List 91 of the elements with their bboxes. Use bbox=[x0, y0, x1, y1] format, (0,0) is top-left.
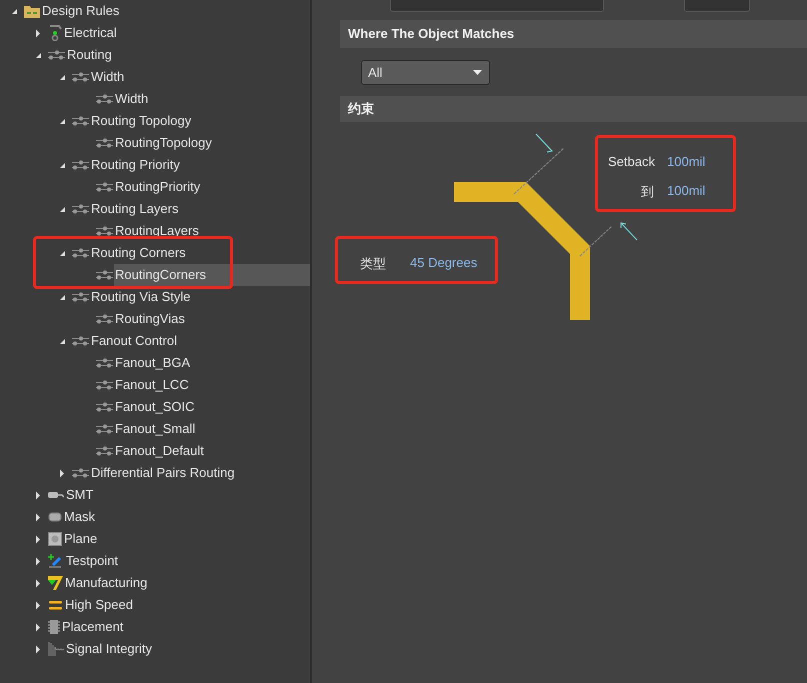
rule-icon bbox=[96, 226, 113, 236]
expand-icon[interactable] bbox=[35, 28, 41, 38]
to-value[interactable]: 100mil bbox=[667, 183, 706, 198]
rule-icon bbox=[72, 336, 89, 346]
rule-icon bbox=[96, 380, 113, 390]
section-header: 约束 bbox=[340, 96, 807, 122]
rule-icon bbox=[96, 446, 113, 456]
tree-item[interactable]: RoutingLayers bbox=[114, 220, 310, 242]
setback-value[interactable]: 100mil bbox=[667, 154, 706, 169]
tree-item[interactable]: Design Rules bbox=[41, 0, 310, 22]
tree-item[interactable]: Differential Pairs Routing bbox=[90, 462, 310, 484]
rule-icon bbox=[96, 314, 113, 324]
tree-item[interactable]: Placement bbox=[61, 616, 310, 638]
rule-icon bbox=[96, 138, 113, 148]
manufacturing-icon bbox=[48, 576, 63, 590]
type-label: 类型 bbox=[360, 255, 386, 273]
tree-item[interactable]: Routing Topology bbox=[90, 110, 310, 132]
rule-icon bbox=[72, 292, 89, 302]
section-header: Where The Object Matches bbox=[340, 20, 807, 48]
tree-item[interactable]: RoutingVias bbox=[114, 308, 310, 330]
rule-icon bbox=[72, 72, 89, 82]
expand-icon[interactable] bbox=[35, 644, 41, 654]
tree-item[interactable]: Fanout_BGA bbox=[114, 352, 310, 374]
expand-icon[interactable] bbox=[35, 512, 41, 522]
collapse-icon[interactable] bbox=[58, 294, 66, 300]
rule-icon bbox=[48, 50, 65, 60]
tree-item[interactable]: Routing Via Style bbox=[90, 286, 310, 308]
rule-icon bbox=[72, 468, 89, 478]
tree-item[interactable]: Fanout_Small bbox=[114, 418, 310, 440]
rule-icon bbox=[72, 160, 89, 170]
collapse-icon[interactable] bbox=[58, 118, 66, 124]
tree-item[interactable]: High Speed bbox=[64, 594, 310, 616]
collapse-icon[interactable] bbox=[10, 8, 18, 14]
rule-icon bbox=[96, 94, 113, 104]
setback-label: Setback bbox=[608, 154, 655, 169]
tree-item[interactable]: Signal Integrity bbox=[65, 638, 310, 660]
tree-item[interactable]: Mask bbox=[63, 506, 310, 528]
tree-item[interactable]: Width bbox=[90, 66, 310, 88]
expand-icon[interactable] bbox=[35, 600, 41, 610]
tree-item[interactable]: Fanout_LCC bbox=[114, 374, 310, 396]
rule-icon bbox=[72, 204, 89, 214]
tree-item[interactable]: Routing Priority bbox=[90, 154, 310, 176]
plane-icon bbox=[48, 532, 62, 546]
expand-icon[interactable] bbox=[35, 534, 41, 544]
type-value[interactable]: 45 Degrees bbox=[410, 255, 478, 270]
tree-item[interactable]: Routing Layers bbox=[90, 198, 310, 220]
mask-icon bbox=[48, 512, 62, 522]
tree-item[interactable]: SMT bbox=[65, 484, 310, 506]
expand-icon[interactable] bbox=[35, 490, 41, 500]
tree-item[interactable]: RoutingPriority bbox=[114, 176, 310, 198]
collapse-icon[interactable] bbox=[34, 52, 42, 58]
to-label: 到 bbox=[641, 183, 654, 201]
tree-item[interactable]: RoutingCorners bbox=[114, 264, 310, 286]
collapse-icon[interactable] bbox=[58, 206, 66, 212]
rule-icon bbox=[96, 270, 113, 280]
pad-icon bbox=[48, 491, 64, 499]
folder-icon bbox=[24, 4, 40, 18]
tree-item[interactable]: RoutingTopology bbox=[114, 132, 310, 154]
probe-icon bbox=[48, 554, 64, 568]
tree-item[interactable]: Fanout_SOIC bbox=[114, 396, 310, 418]
rule-icon bbox=[96, 402, 113, 412]
rule-icon bbox=[96, 182, 113, 192]
tree-item[interactable]: Testpoint bbox=[65, 550, 310, 572]
waveform-icon bbox=[48, 641, 64, 657]
caret-icon bbox=[473, 70, 482, 74]
rule-icon bbox=[96, 424, 113, 434]
tree-item[interactable]: Fanout Control bbox=[90, 330, 310, 352]
tree-item[interactable]: Fanout_Default bbox=[114, 440, 310, 462]
tree-item[interactable]: Width bbox=[114, 88, 310, 110]
rule-icon bbox=[96, 358, 113, 368]
expand-icon[interactable] bbox=[35, 622, 41, 632]
tree-item[interactable]: Manufacturing bbox=[64, 572, 310, 594]
collapse-icon[interactable] bbox=[58, 338, 66, 344]
dimension-line bbox=[514, 134, 564, 194]
rule-icon bbox=[72, 248, 89, 258]
tree-item[interactable]: Electrical bbox=[63, 22, 310, 44]
collapse-icon[interactable] bbox=[58, 162, 66, 168]
dimension-line bbox=[580, 222, 638, 256]
tree-item[interactable]: Routing Corners bbox=[90, 242, 310, 264]
rule-icon bbox=[72, 116, 89, 126]
expand-icon[interactable] bbox=[35, 578, 41, 588]
scope-dropdown[interactable]: All bbox=[361, 60, 490, 84]
expand-icon[interactable] bbox=[35, 556, 41, 566]
tree-item[interactable]: Plane bbox=[63, 528, 310, 550]
trace-icon bbox=[48, 599, 63, 611]
expand-icon[interactable] bbox=[59, 468, 65, 478]
probe-icon bbox=[48, 25, 62, 41]
chip-icon bbox=[48, 620, 60, 634]
tree-item[interactable]: Routing bbox=[66, 44, 310, 66]
collapse-icon[interactable] bbox=[58, 74, 66, 80]
collapse-icon[interactable] bbox=[58, 250, 66, 256]
